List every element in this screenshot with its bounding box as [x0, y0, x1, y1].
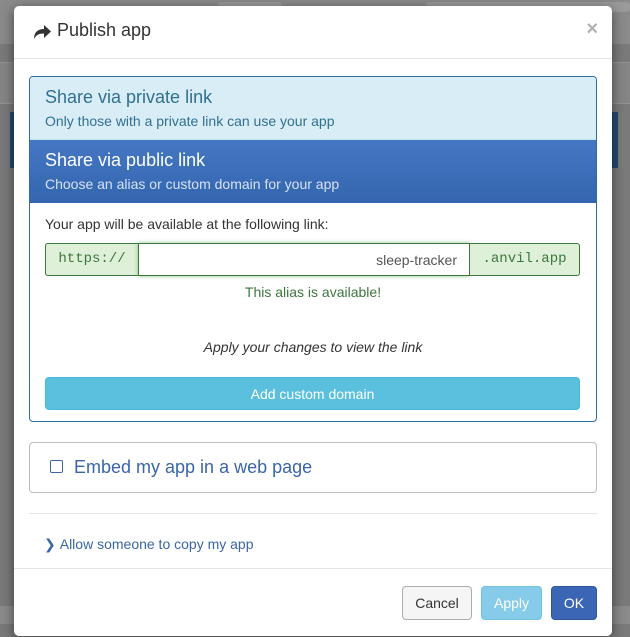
publish-app-dialog: Publish app × Share via private link Onl… — [14, 6, 612, 636]
share-options-panel: Share via private link Only those with a… — [29, 76, 597, 422]
embed-label: Embed my app in a web page — [74, 457, 313, 477]
background-panel-edge — [612, 112, 618, 168]
checkbox-icon[interactable] — [50, 460, 63, 473]
public-link-body: Your app will be available at the follow… — [30, 203, 596, 421]
share-public-link-option[interactable]: Share via public link Choose an alias or… — [30, 140, 596, 203]
apply-button[interactable]: Apply — [481, 586, 542, 620]
add-custom-domain-button[interactable]: Add custom domain — [45, 377, 580, 410]
modal-title: Publish app — [57, 20, 152, 40]
alias-input[interactable] — [138, 243, 470, 276]
public-link-subtext: Choose an alias or custom domain for you… — [45, 176, 340, 192]
private-link-heading: Share via private link — [45, 87, 213, 107]
modal-header: Publish app × — [14, 6, 612, 59]
cancel-button[interactable]: Cancel — [402, 586, 472, 620]
public-link-heading: Share via public link — [45, 150, 206, 170]
url-suffix: .anvil.app — [470, 243, 580, 276]
availability-label: Your app will be available at the follow… — [45, 216, 329, 232]
share-arrow-icon — [34, 25, 51, 39]
allow-copy-label: Allow someone to copy my app — [59, 536, 254, 552]
alias-status-message: This alias is available! — [244, 284, 382, 300]
url-prefix: https:// — [45, 243, 138, 276]
apply-hint: Apply your changes to view the link — [203, 339, 423, 355]
close-button[interactable]: × — [586, 18, 598, 41]
allow-copy-link[interactable]: ❯ Allow someone to copy my app — [44, 536, 254, 553]
divider — [29, 513, 597, 514]
alias-input-group: https:// .anvil.app — [45, 243, 580, 276]
private-link-subtext: Only those with a private link can use y… — [45, 113, 335, 129]
embed-option[interactable]: Embed my app in a web page — [29, 442, 597, 493]
ok-button[interactable]: OK — [551, 586, 597, 620]
chevron-right-icon: ❯ — [44, 536, 56, 552]
share-private-link-option[interactable]: Share via private link Only those with a… — [30, 77, 596, 140]
modal-footer: Cancel Apply OK — [14, 568, 612, 637]
